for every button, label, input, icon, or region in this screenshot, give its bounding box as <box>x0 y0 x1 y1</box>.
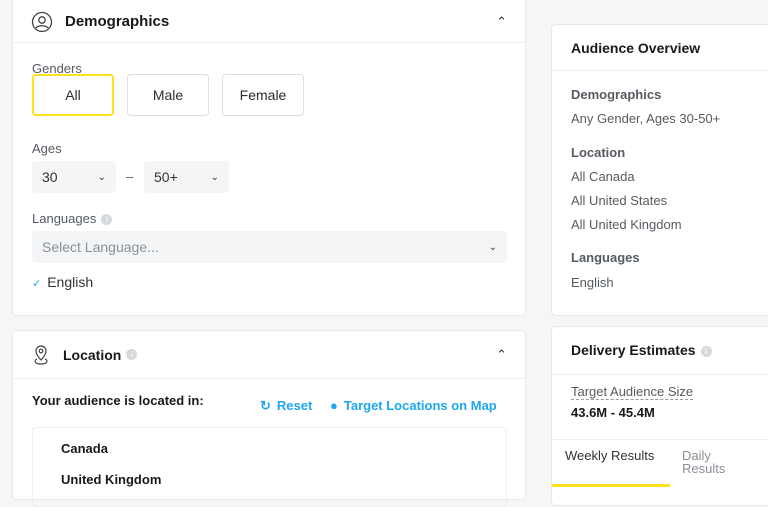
overview-title: Audience Overview <box>552 25 768 71</box>
location-list: Canada United Kingdom <box>32 427 507 507</box>
overview-location-item: All United States <box>571 193 667 208</box>
reset-button[interactable]: ↻ Reset <box>260 398 312 414</box>
language-placeholder: Select Language... <box>42 239 159 255</box>
age-separator: – <box>126 169 133 184</box>
selected-language[interactable]: ✓ English <box>32 274 93 290</box>
refresh-icon: ↻ <box>260 398 271 413</box>
location-title: Location <box>63 347 121 363</box>
tab-daily-results[interactable]: Daily Results <box>670 440 750 484</box>
gender-all-button[interactable]: All <box>32 74 114 116</box>
age-to-select[interactable]: 50+ ⌄ <box>144 161 229 193</box>
reset-label: Reset <box>277 398 312 413</box>
gender-male-button[interactable]: Male <box>127 74 209 116</box>
target-map-label: Target Locations on Map <box>344 398 497 413</box>
delivery-estimates-card: Delivery Estimates i Target Audience Size… <box>551 326 768 506</box>
age-from-value: 30 <box>42 169 58 185</box>
location-header[interactable]: Location i ⌃ <box>13 331 525 379</box>
tab-weekly-results[interactable]: Weekly Results <box>552 440 670 487</box>
overview-demographics-label: Demographics <box>571 87 661 102</box>
results-tabs: Weekly Results Daily Results <box>552 439 768 499</box>
delivery-title: Delivery Estimates <box>571 342 696 358</box>
gender-female-button[interactable]: Female <box>222 74 304 116</box>
chevron-up-icon[interactable]: ⌃ <box>496 347 507 363</box>
languages-label: Languages i <box>32 211 112 226</box>
overview-languages-label: Languages <box>571 250 640 265</box>
target-size-value: 43.6M - 45.4M <box>571 405 655 420</box>
user-circle-icon <box>31 11 53 33</box>
language-select[interactable]: Select Language... ⌄ <box>32 231 507 263</box>
chevron-down-icon: ⌄ <box>211 172 219 183</box>
target-size-label[interactable]: Target Audience Size <box>571 384 693 400</box>
location-card: Location i ⌃ Your audience is located in:… <box>12 330 526 500</box>
info-icon[interactable]: i <box>701 346 712 357</box>
age-to-value: 50+ <box>154 169 178 185</box>
overview-location-item: All Canada <box>571 169 635 184</box>
delivery-header: Delivery Estimates i <box>552 327 768 375</box>
selected-language-label: English <box>47 274 93 290</box>
chevron-down-icon: ⌄ <box>98 172 106 183</box>
demographics-title: Demographics <box>65 13 169 30</box>
chevron-up-icon[interactable]: ⌃ <box>496 14 507 30</box>
location-item[interactable]: United Kingdom <box>61 472 161 487</box>
check-icon: ✓ <box>32 278 41 290</box>
target-map-link[interactable]: ● Target Locations on Map <box>330 398 497 413</box>
located-in-label: Your audience is located in: <box>32 393 204 408</box>
languages-label-text: Languages <box>32 211 96 226</box>
demographics-header[interactable]: Demographics ⌃ <box>13 0 525 43</box>
info-icon[interactable]: i <box>126 349 137 360</box>
location-item[interactable]: Canada <box>61 441 108 456</box>
audience-overview-card: Audience Overview Demographics Any Gende… <box>551 24 768 316</box>
overview-demographics-value: Any Gender, Ages 30-50+ <box>571 111 720 126</box>
age-from-select[interactable]: 30 ⌄ <box>32 161 116 193</box>
demographics-card: Demographics ⌃ Genders All Male Female A… <box>12 0 526 316</box>
info-icon[interactable]: i <box>101 214 112 225</box>
ages-label: Ages <box>32 141 62 156</box>
pin-icon: ● <box>330 398 338 413</box>
map-pin-icon <box>31 344 51 366</box>
overview-location-label: Location <box>571 145 625 160</box>
overview-location-item: All United Kingdom <box>571 217 682 232</box>
chevron-down-icon: ⌄ <box>489 242 497 253</box>
overview-languages-value: English <box>571 275 614 290</box>
